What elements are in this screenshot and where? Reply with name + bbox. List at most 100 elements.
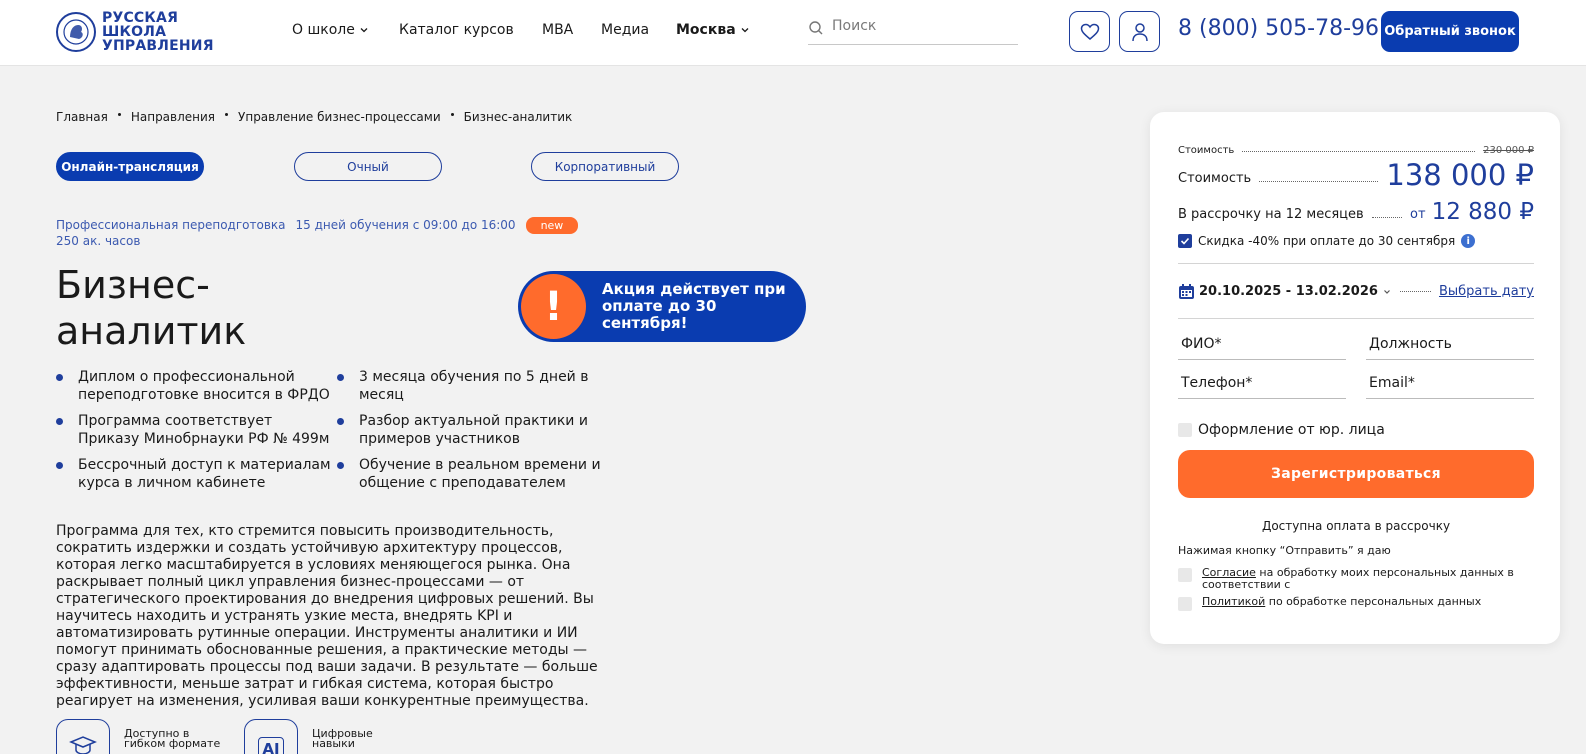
favorites-button[interactable] [1069, 11, 1110, 52]
info-icon[interactable]: i [1461, 234, 1476, 248]
list-item: Бессрочный доступ к материалам курса в л… [56, 456, 337, 492]
graduation-cap-icon [56, 719, 110, 754]
installment-row: В рассрочку на 12 месяцев от 12 880 ₽ [1178, 200, 1534, 224]
policy-checkbox[interactable] [1178, 597, 1192, 611]
feature-text: Программа соответствует Приказу Минобрна… [78, 413, 330, 447]
program-meta: Профессиональная переподготовка 15 дней … [56, 217, 579, 249]
feature-text: Диплом о профессиональной переподготовке… [78, 369, 330, 403]
discount-row: Скидка -40% при оплате до 30 сентября i [1178, 234, 1534, 248]
tab-online[interactable]: Онлайн-трансляция [56, 152, 204, 181]
price-label: Стоимость [1178, 171, 1252, 186]
profile-button[interactable] [1119, 11, 1160, 52]
policy-link[interactable]: Политикой [1202, 595, 1265, 608]
consent-note: Нажимая кнопку “Отправить” я даю [1178, 544, 1391, 557]
consent-policy: Политикой по обработке персональных данн… [1178, 596, 1534, 611]
calendar-icon [1179, 284, 1194, 299]
highlight-item: Доступно в гибком формате [56, 719, 224, 754]
policy-text: Политикой по обработке персональных данн… [1202, 596, 1481, 608]
tab-offline[interactable]: Очный [294, 152, 442, 181]
bullet-icon [337, 418, 344, 425]
nav-media[interactable]: Медиа [601, 22, 649, 38]
user-icon [1131, 22, 1148, 41]
pick-date-link[interactable]: Выбрать дату [1439, 284, 1534, 299]
email-field[interactable]: Email* [1366, 371, 1534, 399]
bullet-icon [56, 374, 63, 381]
highlight-label: Доступно в гибком формате [124, 727, 221, 750]
chevron-down-icon[interactable] [1382, 287, 1392, 297]
highlight-label: Цифровые навыки [312, 727, 373, 750]
date-range[interactable]: 20.10.2025 - 13.02.2026 [1199, 284, 1378, 299]
bullet-icon [56, 418, 63, 425]
nav-city-label: Москва [676, 22, 736, 38]
bullet-icon [337, 462, 344, 469]
registration-card: Стоимость 230 000 ₽ Стоимость 138 000 ₽ … [1150, 112, 1560, 644]
breadcrumb-category[interactable]: Управление бизнес-процессами [238, 110, 441, 124]
ai-icon: AI [244, 719, 298, 754]
price-row: Стоимость 138 000 ₽ [1178, 160, 1534, 190]
discount-checkbox[interactable] [1178, 234, 1192, 248]
breadcrumb-separator [450, 112, 454, 116]
dotted-leader [1371, 217, 1403, 218]
breadcrumb-separator [117, 112, 121, 116]
consent-personal-data: Согласие на обработку моих персональных … [1178, 567, 1534, 591]
old-price-row: Стоимость 230 000 ₽ [1178, 145, 1534, 156]
promo-text: Акция действует при оплате до 30 сентябр… [602, 280, 786, 332]
phone-number[interactable]: 8 (800) 505-78-96 [1178, 16, 1379, 41]
phone-field[interactable]: Телефон* [1178, 371, 1346, 399]
breadcrumb-separator [225, 112, 229, 116]
divider [1178, 263, 1534, 264]
program-highlights: Доступно в гибком формате AI Цифровые на… [56, 719, 432, 754]
installment-from: от [1410, 207, 1426, 222]
bullet-icon [337, 374, 344, 381]
nav-about[interactable]: О школе [292, 22, 369, 38]
ai-glyph: AI [258, 737, 284, 754]
breadcrumb-directions[interactable]: Направления [131, 110, 215, 124]
program-hours: 250 ак. часов [56, 234, 141, 248]
page-title: Бизнес-аналитик [56, 263, 247, 353]
list-item: Разбор актуальной практики и примеров уч… [337, 412, 616, 448]
consent-text: Согласие на обработку моих персональных … [1202, 567, 1522, 591]
dotted-leader [1242, 151, 1476, 152]
exclamation-icon: ! [521, 274, 586, 339]
register-button[interactable]: Зарегистрироваться [1178, 450, 1534, 498]
nav-catalog[interactable]: Каталог курсов [399, 22, 514, 38]
nav-city[interactable]: Москва [676, 22, 750, 38]
position-field[interactable]: Должность [1366, 332, 1534, 360]
feature-text: Разбор актуальной практики и примеров уч… [359, 413, 588, 447]
feature-text: Бессрочный доступ к материалам курса в л… [78, 457, 331, 491]
divider [1178, 318, 1534, 319]
price: 138 000 ₽ [1386, 158, 1534, 192]
program-description: Программа для тех, кто стремится повысит… [56, 523, 598, 709]
chevron-down-icon [741, 28, 749, 33]
nav-mba[interactable]: MBA [542, 22, 573, 38]
bullet-icon [56, 462, 63, 469]
tab-corporate[interactable]: Корпоративный [531, 152, 679, 181]
program-schedule: 15 дней обучения с 09:00 до 16:00 [295, 218, 516, 232]
new-badge: new [525, 217, 579, 234]
installment-label: В рассрочку на 12 месяцев [1178, 207, 1364, 222]
legal-entity-checkbox[interactable] [1178, 423, 1192, 437]
checkmark-icon [1180, 237, 1190, 245]
site-header: РУССКАЯ ШКОЛА УПРАВЛЕНИЯ О школе Каталог… [0, 0, 1586, 66]
discount-text: Скидка -40% при оплате до 30 сентября [1198, 234, 1456, 248]
legal-entity-option[interactable]: Оформление от юр. лица [1178, 422, 1385, 438]
callback-button[interactable]: Обратный звонок [1381, 11, 1519, 52]
installment-price: 12 880 ₽ [1431, 199, 1534, 225]
old-price-label: Стоимость [1178, 145, 1235, 156]
legal-entity-label: Оформление от юр. лица [1198, 422, 1385, 438]
list-item: 3 месяца обучения по 5 дней в месяц [337, 368, 616, 404]
search-input[interactable] [832, 18, 1002, 34]
breadcrumb: Главная Направления Управление бизнес-пр… [56, 110, 572, 124]
search-bar [808, 18, 1018, 45]
list-item: Диплом о профессиональной переподготовке… [56, 368, 337, 404]
highlight-item: AI Цифровые навыки [244, 719, 412, 754]
heart-icon [1080, 23, 1099, 40]
fio-field[interactable]: ФИО* [1178, 332, 1346, 360]
consent-checkbox[interactable] [1178, 568, 1192, 582]
list-item: Обучение в реальном времени и общение с … [337, 456, 616, 492]
dotted-leader [1399, 291, 1431, 292]
breadcrumb-home[interactable]: Главная [56, 110, 108, 124]
chevron-down-icon [360, 28, 368, 33]
promo-banner: ! Акция действует при оплате до 30 сентя… [518, 271, 806, 342]
policy-text-rest: по обработке персональных данных [1265, 595, 1482, 608]
